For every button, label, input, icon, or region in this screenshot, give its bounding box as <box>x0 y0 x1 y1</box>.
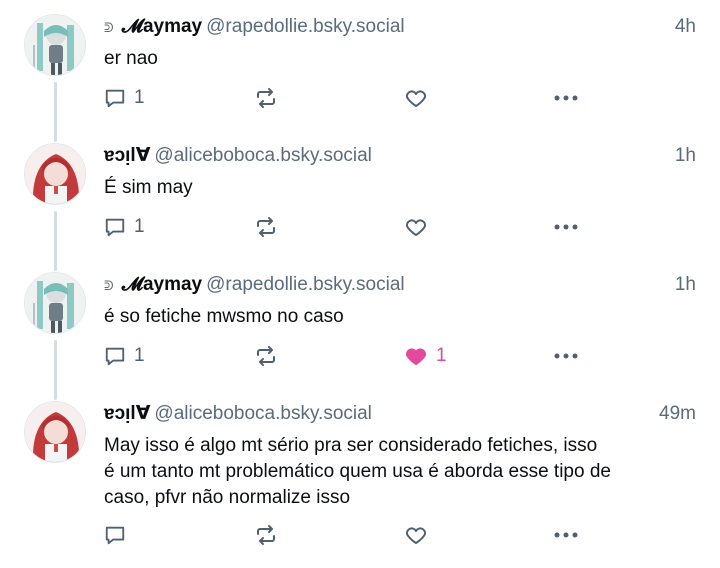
display-name[interactable]: 𝓜aymay <box>122 16 202 37</box>
like-button[interactable] <box>404 213 428 241</box>
avatar[interactable] <box>24 143 86 205</box>
post-text: May isso é algo mt sério pra ser conside… <box>104 433 690 511</box>
reply-count: 1 <box>134 216 145 237</box>
more-dots-icon <box>552 215 580 239</box>
handle[interactable]: @rapedollie.bsky.social <box>206 274 404 295</box>
post-text: er nao <box>104 46 690 72</box>
post-header: ᕲ 𝓜aymay @rapedollie.bsky.social 1h <box>104 272 696 298</box>
avatar[interactable] <box>24 272 86 334</box>
avatar-image <box>25 402 85 462</box>
handle[interactable]: @aliceboboca.bsky.social <box>154 403 372 424</box>
heart-filled-icon <box>404 344 428 368</box>
post-header: ɐɔᴉl∀ @aliceboboca.bsky.social 49m <box>104 401 696 427</box>
display-name[interactable]: ɐɔᴉl∀ <box>104 403 150 424</box>
repost-button[interactable] <box>254 213 278 241</box>
name-prefix: ᕲ <box>104 278 114 293</box>
post-text: É sim may <box>104 175 690 201</box>
post-text-line: É sim may <box>104 177 193 198</box>
timestamp[interactable]: 4h <box>675 14 696 40</box>
post-header: ᕲ 𝓜aymay @rapedollie.bsky.social 4h <box>104 14 696 40</box>
handle[interactable]: @rapedollie.bsky.social <box>206 16 404 37</box>
timestamp[interactable]: 49m <box>659 401 696 427</box>
post-text-line: é um tanto mt problemático quem usa é ab… <box>104 461 611 482</box>
like-button[interactable] <box>404 521 428 549</box>
post-text-line: é so fetiche mwsmo no caso <box>104 306 344 327</box>
more-dots-icon <box>552 523 580 547</box>
more-dots-icon <box>552 86 580 110</box>
name-prefix: ᕲ <box>104 20 114 35</box>
thread-feed: ᕲ 𝓜aymay @rapedollie.bsky.social 4h er nao… <box>0 0 720 568</box>
display-name[interactable]: 𝓜aymay <box>122 274 202 295</box>
repost-button[interactable] <box>254 342 278 370</box>
post[interactable]: ɐɔᴉl∀ @aliceboboca.bsky.social 1h É sim m… <box>0 143 720 253</box>
handle[interactable]: @aliceboboca.bsky.social <box>154 145 372 166</box>
reply-button[interactable]: 1 <box>104 342 145 370</box>
like-button[interactable] <box>404 84 428 112</box>
more-options-button[interactable] <box>552 342 580 370</box>
speech-bubble-icon <box>104 87 126 109</box>
more-options-button[interactable] <box>552 213 580 241</box>
more-options-button[interactable] <box>552 84 580 112</box>
timestamp[interactable]: 1h <box>675 143 696 169</box>
post[interactable]: ɐɔᴉl∀ @aliceboboca.bsky.social 49m May is… <box>0 401 720 561</box>
reply-button[interactable] <box>104 521 126 549</box>
speech-bubble-icon <box>104 524 126 546</box>
repost-arrows-icon <box>254 344 278 368</box>
avatar-image <box>25 273 85 333</box>
post[interactable]: ᕲ 𝓜aymay @rapedollie.bsky.social 1h é so f… <box>0 272 720 382</box>
post-actions: 1 <box>104 213 584 241</box>
post-text: é so fetiche mwsmo no caso <box>104 304 690 330</box>
post-text-line: caso, pfvr não normalize isso <box>104 487 351 508</box>
post-header: ɐɔᴉl∀ @aliceboboca.bsky.social 1h <box>104 143 696 169</box>
heart-icon <box>404 215 428 239</box>
more-dots-icon <box>552 344 580 368</box>
post-text-line: er nao <box>104 48 158 69</box>
post-actions: 1 1 <box>104 342 584 370</box>
repost-arrows-icon <box>254 523 278 547</box>
display-name[interactable]: ɐɔᴉl∀ <box>104 145 150 166</box>
like-count: 1 <box>436 345 447 366</box>
reply-count: 1 <box>134 345 145 366</box>
speech-bubble-icon <box>104 216 126 238</box>
repost-button[interactable] <box>254 521 278 549</box>
post-actions <box>104 521 584 549</box>
repost-arrows-icon <box>254 86 278 110</box>
heart-icon <box>404 523 428 547</box>
avatar[interactable] <box>24 401 86 463</box>
post-text-line: May isso é algo mt sério pra ser conside… <box>104 435 598 456</box>
avatar-image <box>25 15 85 75</box>
reply-button[interactable]: 1 <box>104 213 145 241</box>
avatar-image <box>25 144 85 204</box>
heart-icon <box>404 86 428 110</box>
post[interactable]: ᕲ 𝓜aymay @rapedollie.bsky.social 4h er nao… <box>0 14 720 124</box>
speech-bubble-icon <box>104 345 126 367</box>
repost-arrows-icon <box>254 215 278 239</box>
post-actions: 1 <box>104 84 584 112</box>
reply-count: 1 <box>134 87 145 108</box>
repost-button[interactable] <box>254 84 278 112</box>
more-options-button[interactable] <box>552 521 580 549</box>
like-button[interactable]: 1 <box>404 342 447 370</box>
avatar[interactable] <box>24 14 86 76</box>
reply-button[interactable]: 1 <box>104 84 145 112</box>
timestamp[interactable]: 1h <box>675 272 696 298</box>
